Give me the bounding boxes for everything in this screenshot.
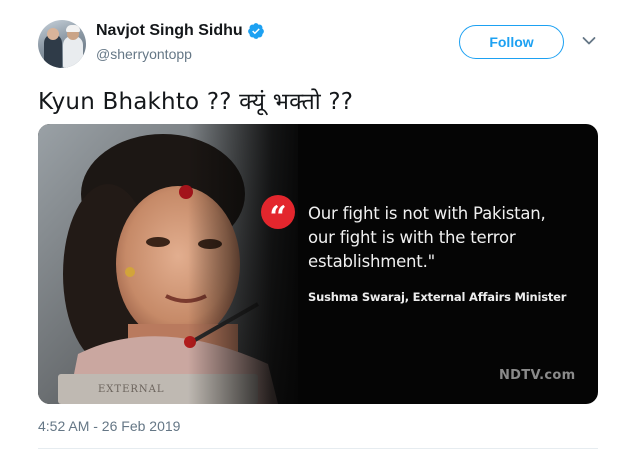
ndtv-watermark: NDTV.com <box>499 368 576 383</box>
follow-button[interactable]: Follow <box>459 25 564 59</box>
quote-icon: “ <box>261 195 295 233</box>
author-name-row[interactable]: Navjot Singh Sidhu <box>96 22 265 40</box>
avatar-turban <box>66 25 80 32</box>
tweet-media-image[interactable]: EXTERNAL “ Our fight is not with Pakista… <box>38 124 598 404</box>
tweet-timestamp[interactable]: 4:52 AM - 26 Feb 2019 <box>38 418 180 434</box>
photo-fade-overlay <box>188 124 308 404</box>
author-avatar[interactable] <box>38 20 86 68</box>
quote-attribution: Sushma Swaraj, External Affairs Minister <box>308 290 567 304</box>
quote-text: Our fight is not with Pakistan, our figh… <box>308 202 578 274</box>
quote-line: our fight is with the terror <box>308 228 516 247</box>
chevron-down-icon[interactable] <box>582 36 596 46</box>
tweet-card: Navjot Singh Sidhu @sherryontopp Follow … <box>0 0 631 450</box>
author-name[interactable]: Navjot Singh Sidhu <box>96 22 243 40</box>
author-handle[interactable]: @sherryontopp <box>96 46 192 62</box>
avatar-figure-right <box>63 36 83 68</box>
avatar-head-left <box>47 28 59 40</box>
verified-badge-icon <box>247 23 264 39</box>
quote-line: establishment." <box>308 252 436 271</box>
svg-text:EXTERNAL: EXTERNAL <box>98 384 165 395</box>
quote-line: Our fight is not with Pakistan, <box>308 204 546 223</box>
divider <box>38 448 598 449</box>
tweet-text: Kyun Bhakhto ?? क्यूं भक्तो ?? <box>38 89 354 115</box>
